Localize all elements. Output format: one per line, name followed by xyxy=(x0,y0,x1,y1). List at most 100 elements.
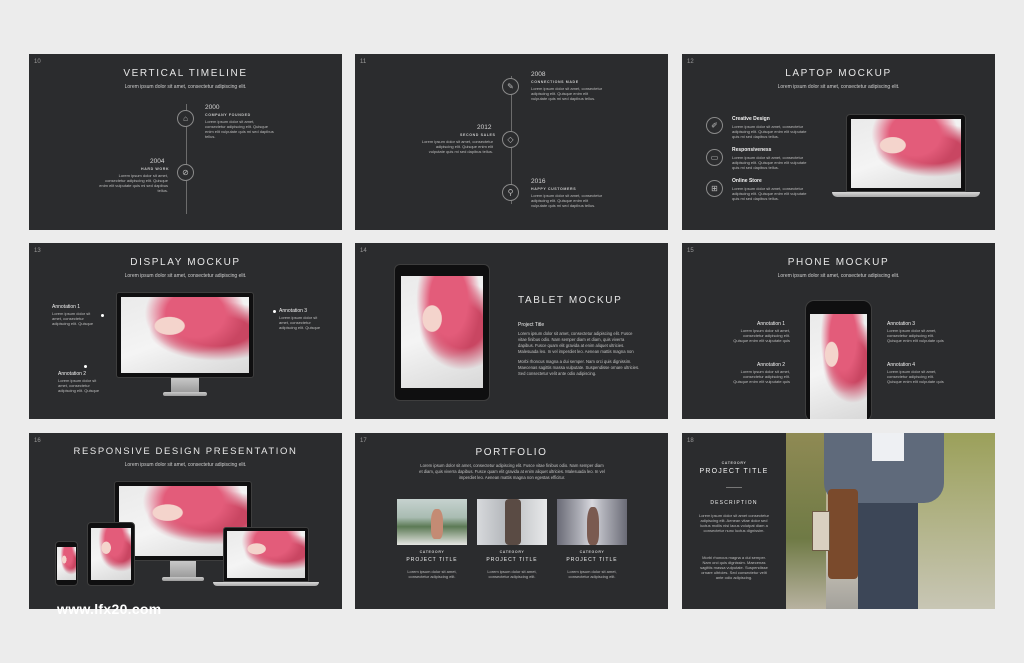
timeline-text: Lorem ipsum dolor sit amet, consectetur … xyxy=(99,173,168,193)
slide-14[interactable]: 14 TABLET MOCKUP Project Title Lorem ips… xyxy=(355,243,668,419)
timeline-caption: SECOND SALES xyxy=(460,133,496,137)
slide-title: DISPLAY MOCKUP xyxy=(130,257,241,268)
slide-number: 16 xyxy=(34,438,41,444)
slide-11[interactable]: 11 ✎ 2008 CONNECTIONS MADE Lorem ipsum d… xyxy=(355,54,668,230)
slide-subtitle: Lorem ipsum dolor sit amet, consectetur … xyxy=(124,273,247,279)
pencil-icon: ✎ xyxy=(502,78,519,95)
description-text: Lorem ipsum dolor sit amet consectetur a… xyxy=(698,513,770,533)
feature-text: Lorem ipsum dolor sit amet, consectetur … xyxy=(732,155,807,170)
annotation-text: Lorem ipsum dolor sit amet, consectetur … xyxy=(733,328,790,343)
tag-icon: ◇ xyxy=(502,131,519,148)
timeline-year: 2000 xyxy=(205,104,220,111)
slide-15[interactable]: 15 PHONE MOCKUP Lorem ipsum dolor sit am… xyxy=(682,243,995,419)
tablet-photo xyxy=(401,276,483,388)
display-stand xyxy=(171,378,199,392)
slide-16[interactable]: 16 RESPONSIVE DESIGN PRESENTATION Lorem … xyxy=(29,433,342,609)
timeline-year: 2004 xyxy=(150,158,165,165)
description-text: Morbi rhoncus magna a dui semper. Nam or… xyxy=(700,555,768,580)
slide-number: 12 xyxy=(687,59,694,65)
annotation-text: Lorem ipsum dolor sit amet, consectetur … xyxy=(887,328,944,343)
slide-number: 15 xyxy=(687,248,694,254)
timeline-text: Lorem ipsum dolor sit amet, consectetur … xyxy=(421,139,493,154)
timeline-year: 2008 xyxy=(531,71,546,78)
timeline-text: Lorem ipsum dolor sit amet, consectetur … xyxy=(531,86,603,101)
phone-photo xyxy=(810,314,867,419)
annotation-text: Lorem ipsum dolor sit amet, consectetur … xyxy=(52,311,94,326)
annotation-text: Lorem ipsum dolor sit amet, consectetur … xyxy=(279,315,321,330)
portfolio-intro: Lorem ipsum dolor sit amet, consectetur … xyxy=(419,463,605,480)
slide-10[interactable]: 10 VERTICAL TIMELINE Lorem ipsum dolor s… xyxy=(29,54,342,230)
annotation-title: Annotation 2 xyxy=(58,371,87,377)
annotation-text: Lorem ipsum dolor sit amet, consectetur … xyxy=(887,369,944,384)
annotation-text: Lorem ipsum dolor sit amet, consectetur … xyxy=(733,369,790,384)
link-icon: ⊘ xyxy=(177,164,194,181)
project-category: CATEGORY xyxy=(721,461,747,465)
portfolio-category: CATEGORY xyxy=(579,550,605,554)
feature-title: Creative Design xyxy=(732,116,770,122)
feature-title: Online Store xyxy=(732,178,762,184)
portfolio-photo-2[interactable] xyxy=(477,499,547,545)
annotation-text: Lorem ipsum dolor sit amet, consectetur … xyxy=(58,378,100,393)
feature-title: Responsiveness xyxy=(732,147,772,153)
annotation-marker xyxy=(101,314,104,317)
monitor-icon: ▭ xyxy=(706,149,723,166)
feature-text: Lorem ipsum dolor sit amet, consectetur … xyxy=(732,186,807,201)
laptop-base xyxy=(832,192,980,197)
project-text: Morbi rhoncus magna a dui semper. Nam or… xyxy=(518,359,640,376)
timeline-year: 2012 xyxy=(477,124,492,131)
portfolio-desc: Lorem ipsum dolor sit amet, consectetur … xyxy=(407,569,457,579)
slide-13[interactable]: 13 DISPLAY MOCKUP Lorem ipsum dolor sit … xyxy=(29,243,342,419)
divider xyxy=(726,487,742,488)
slide-subtitle: Lorem ipsum dolor sit amet, consectetur … xyxy=(777,84,900,90)
portfolio-category: CATEGORY xyxy=(499,550,525,554)
display-photo xyxy=(121,297,249,373)
timeline-caption: COMPANY FOUNDED xyxy=(205,113,251,117)
tablet-photo xyxy=(91,528,131,580)
slide-number: 13 xyxy=(34,248,41,254)
timeline-caption: HARD WORK xyxy=(141,167,170,171)
annotation-title: Annotation 1 xyxy=(52,304,81,310)
annotation-title: Annotation 3 xyxy=(279,308,308,314)
cart-icon: ⊞ xyxy=(706,180,723,197)
slide-17[interactable]: 17 PORTFOLIO Lorem ipsum dolor sit amet,… xyxy=(355,433,668,609)
phone-photo xyxy=(57,547,76,580)
portfolio-project-title: PROJECT TITLE xyxy=(566,557,618,563)
slide-subtitle: Lorem ipsum dolor sit amet, consectetur … xyxy=(124,84,247,90)
slide-title: PORTFOLIO xyxy=(475,447,548,458)
timeline-year: 2016 xyxy=(531,178,546,185)
slide-subtitle: Lorem ipsum dolor sit amet, consectetur … xyxy=(777,273,900,279)
slide-number: 11 xyxy=(360,59,367,65)
slide-title: TABLET MOCKUP xyxy=(518,295,623,306)
annotation-marker xyxy=(273,310,276,313)
slide-title: PHONE MOCKUP xyxy=(787,257,890,268)
portfolio-project-title: PROJECT TITLE xyxy=(406,557,458,563)
display-foot xyxy=(163,392,207,396)
slide-number: 14 xyxy=(360,248,367,254)
annotation-marker xyxy=(84,365,87,368)
timeline-caption: CONNECTIONS MADE xyxy=(531,80,579,84)
portfolio-photo-3[interactable] xyxy=(557,499,627,545)
project-title: Project Title xyxy=(518,322,545,328)
slide-18[interactable]: 18 CATEGORY PROJECT TITLE DESCRIPTION Lo… xyxy=(682,433,995,609)
slide-number: 18 xyxy=(687,438,694,444)
laptop-base xyxy=(213,582,319,586)
portfolio-desc: Lorem ipsum dolor sit amet, consectetur … xyxy=(487,569,537,579)
annotation-title: Annotation 2 xyxy=(757,362,786,368)
slide-number: 10 xyxy=(34,59,41,65)
person-icon: ⚲ xyxy=(502,184,519,201)
laptop-photo xyxy=(851,119,961,188)
annotation-title: Annotation 3 xyxy=(887,321,916,327)
portfolio-desc: Lorem ipsum dolor sit amet, consectetur … xyxy=(567,569,617,579)
monitor-foot xyxy=(162,577,204,581)
monitor-stand xyxy=(170,561,196,577)
project-photo xyxy=(786,433,995,609)
timeline-text: Lorem ipsum dolor sit amet, consectetur … xyxy=(205,119,274,139)
project-text: Lorem ipsum dolor sit amet, consectetur … xyxy=(518,331,634,354)
slide-12[interactable]: 12 LAPTOP MOCKUP Lorem ipsum dolor sit a… xyxy=(682,54,995,230)
slide-subtitle: Lorem ipsum dolor sit amet, consectetur … xyxy=(124,462,247,468)
portfolio-photo-1[interactable] xyxy=(397,499,467,545)
feature-text: Lorem ipsum dolor sit amet, consectetur … xyxy=(732,124,807,139)
portfolio-project-title: PROJECT TITLE xyxy=(486,557,538,563)
laptop-photo xyxy=(227,531,305,578)
brush-icon: ✐ xyxy=(706,117,723,134)
